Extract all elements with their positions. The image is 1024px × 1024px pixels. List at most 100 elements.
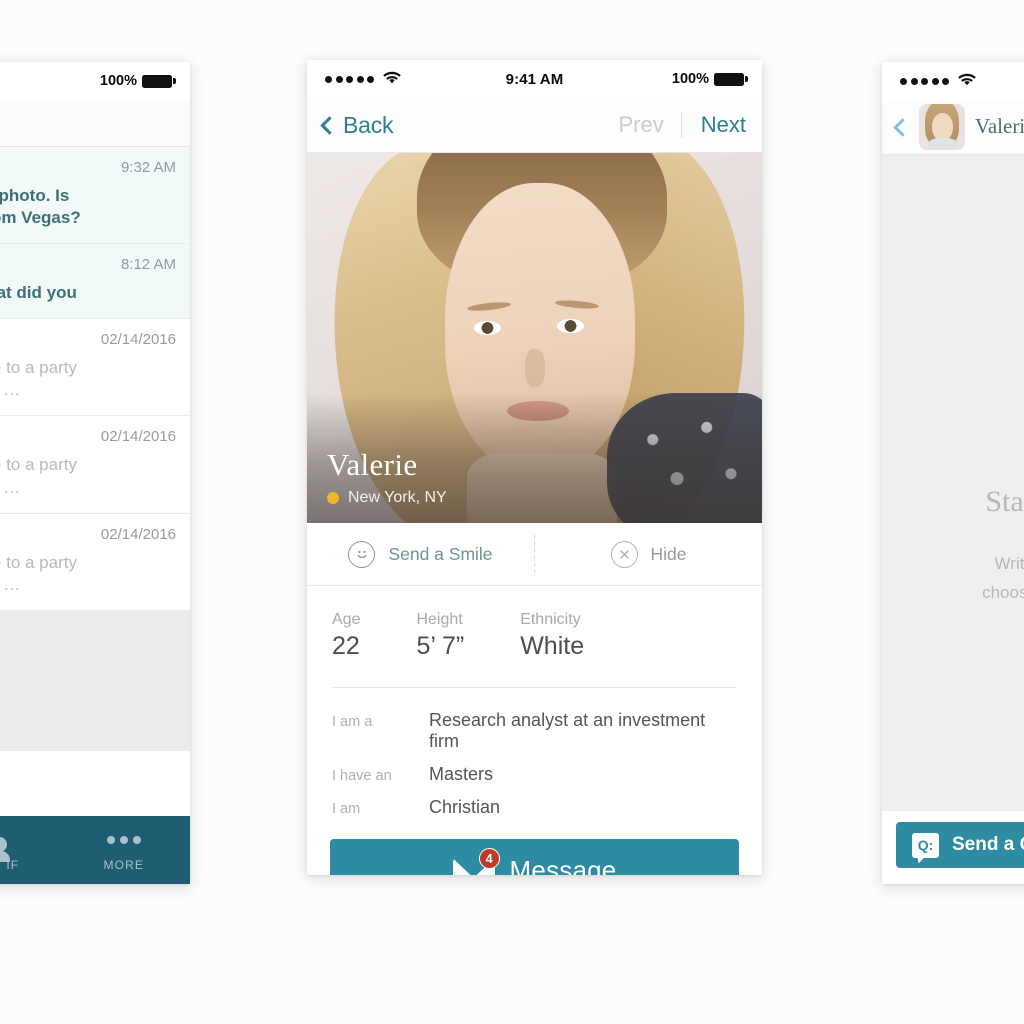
profile-location-row: New York, NY — [327, 489, 447, 507]
avatar[interactable] — [919, 104, 965, 150]
message-time: 02/14/2016 — [100, 428, 176, 446]
prev-button[interactable]: Prev — [619, 112, 681, 138]
close-circle-icon — [610, 540, 638, 568]
stat-height: Height 5’ 7” — [416, 611, 464, 661]
left-phone-messages-screen: 100% s 9:32 AM es that photo. Is ofile f… — [0, 62, 190, 884]
back-button-label: Back — [343, 111, 394, 138]
empty-state-title: Star — [985, 485, 1024, 518]
tab-label: MORE — [103, 858, 144, 872]
signal-strength-group — [325, 71, 401, 88]
center-status-battery-group: 100% — [671, 71, 748, 87]
list-item[interactable]: 02/14/2016 our date to a party ne, how … — [0, 319, 190, 417]
profile-details: I am a Research analyst at an investment… — [307, 688, 762, 818]
left-status-battery-group: 100% — [99, 73, 176, 89]
message-time: 02/14/2016 — [100, 331, 176, 349]
hide-label: Hide — [650, 543, 687, 564]
message-time: 9:32 AM — [120, 159, 176, 176]
profile-name: Valerie — [327, 446, 418, 482]
detail-key: I am — [332, 801, 361, 817]
list-empty-space — [0, 610, 190, 751]
message-badge-count: 4 — [478, 848, 500, 869]
people-question-icon — [0, 828, 11, 862]
battery-icon — [142, 74, 176, 88]
message-button-container: 4 Message — [307, 830, 762, 875]
detail-row-occupation: I am a Research analyst at an investment… — [332, 710, 737, 752]
next-button[interactable]: Next — [680, 112, 746, 138]
profile-action-bar: Send a Smile Hide — [307, 523, 762, 586]
smiley-face-icon — [348, 540, 376, 568]
profile-photo[interactable]: Valerie New York, NY — [307, 153, 762, 523]
center-status-bar: 9:41 AM 100% — [307, 60, 762, 98]
message-preview: es that photo. Is ofile from Vegas? — [0, 186, 81, 228]
wifi-icon — [383, 71, 401, 88]
tab-what-if[interactable]: WHAT IF — [0, 816, 58, 884]
left-battery-percent: 100% — [99, 73, 137, 89]
message-preview: our date to a party ne, how … — [0, 455, 77, 497]
conversation-body: Star Writ choose — [882, 155, 1024, 855]
send-a-smile-label: Send a Smile — [388, 543, 493, 564]
online-status-dot-icon — [327, 492, 339, 504]
center-phone-profile-screen: 9:41 AM 100% Back Prev Next Valerie New … — [307, 60, 762, 875]
header-meta: Valeri 35 | Lo — [975, 115, 1024, 138]
detail-value: Masters — [429, 764, 494, 784]
message-preview: our date to a party ne, how … — [0, 552, 77, 594]
chevron-left-icon[interactable] — [893, 117, 912, 137]
detail-row-religion: I am Christian — [332, 797, 737, 818]
send-a-question-button[interactable]: Q: Send a Qu — [896, 822, 1024, 868]
stat-ethnicity: Ethnicity White — [520, 611, 584, 661]
message-preview: our date to a party ne, how … — [0, 358, 77, 400]
message-time: 8:12 AM — [120, 256, 176, 274]
message-list: 9:32 AM es that photo. Is ofile from Veg… — [0, 147, 190, 611]
question-bubble-icon: Q: — [912, 832, 939, 858]
back-button[interactable]: Back — [320, 111, 394, 139]
list-item[interactable]: 02/14/2016 our date to a party ne, how … — [0, 416, 190, 514]
envelope-icon: 4 — [452, 848, 500, 875]
send-question-container: Q: Send a Qu — [882, 811, 1024, 884]
empty-state-line-1: Writ — [994, 554, 1024, 573]
stat-value: 22 — [332, 632, 360, 660]
list-item[interactable]: 02/14/2016 our date to a party ne, how … — [0, 514, 190, 611]
stat-value: 5’ 7” — [416, 632, 465, 660]
detail-row-education: I have an Masters — [332, 764, 737, 785]
detail-key: I have an — [332, 768, 392, 784]
profile-stats: Age 22 Height 5’ 7” Ethnicity White — [307, 586, 762, 661]
header-name: Valeri — [975, 114, 1024, 139]
send-a-question-label: Send a Qu — [952, 834, 1024, 855]
hide-button[interactable]: Hide — [535, 540, 762, 568]
stat-value: White — [520, 632, 585, 660]
tab-more[interactable]: MORE — [58, 816, 191, 884]
stat-label: Height — [416, 611, 463, 628]
message-preview: oo! What did you — [0, 283, 77, 303]
signal-dots-icon — [325, 75, 374, 83]
navigation-bar: Back Prev Next — [307, 98, 762, 153]
detail-value: Christian — [429, 797, 501, 817]
list-item[interactable]: 9:32 AM es that photo. Is ofile from Veg… — [0, 147, 190, 245]
profile-name-overlay: Valerie New York, NY — [327, 446, 447, 507]
ellipsis-icon — [106, 828, 141, 852]
bottom-tab-bar: WHAT IF MORE — [0, 816, 190, 884]
left-status-bar: 100% — [0, 62, 190, 100]
send-a-smile-button[interactable]: Send a Smile — [307, 540, 534, 568]
nav-right-group: Prev Next — [619, 112, 746, 138]
empty-state-line-2: choose — [982, 582, 1024, 602]
stat-label: Ethnicity — [520, 611, 581, 628]
list-item[interactable]: 8:12 AM oo! What did you — [0, 244, 190, 320]
message-button-label: Message — [509, 854, 617, 876]
chevron-left-icon — [320, 116, 339, 135]
right-signal-group — [900, 73, 976, 90]
battery-percent: 100% — [671, 71, 709, 87]
detail-key: I am a — [332, 714, 373, 730]
right-status-bar — [882, 62, 1024, 100]
left-nav-header: s — [0, 100, 190, 147]
signal-dots-icon — [900, 77, 949, 85]
empty-state: Star Writ choose — [882, 485, 1024, 605]
right-phone-conversation-screen: Valeri 35 | Lo Star Writ choose Q: Send … — [882, 62, 1024, 884]
stat-label: Age — [332, 611, 361, 628]
wifi-icon — [958, 73, 976, 90]
detail-value: Research analyst at an investment firm — [429, 710, 706, 751]
battery-icon — [714, 72, 748, 86]
stat-age: Age 22 — [332, 611, 360, 661]
message-button[interactable]: 4 Message — [330, 839, 739, 875]
profile-location: New York, NY — [348, 489, 447, 506]
message-time: 02/14/2016 — [100, 525, 176, 543]
